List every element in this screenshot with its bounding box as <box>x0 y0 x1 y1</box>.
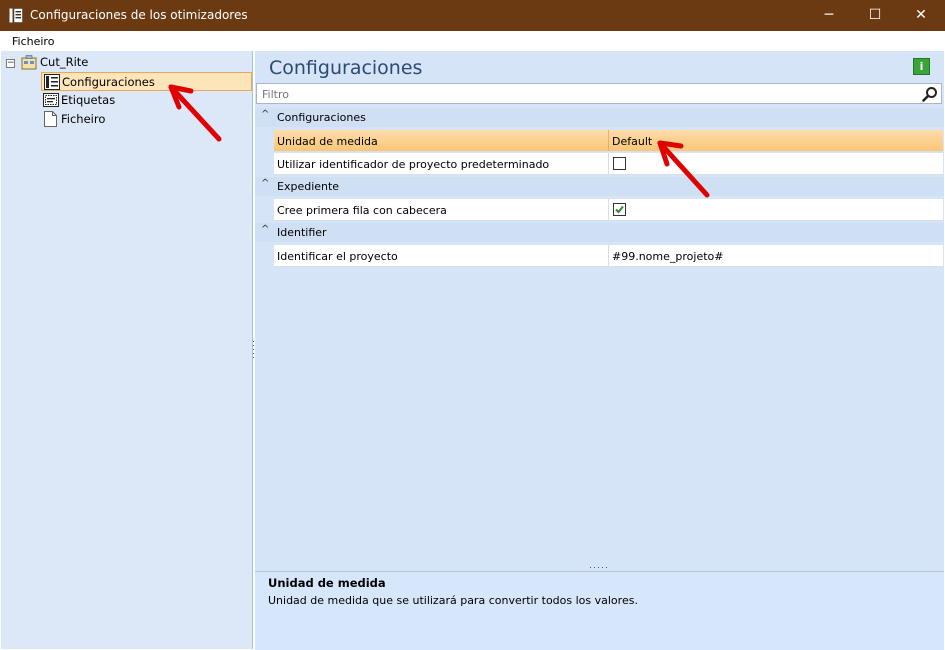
collapse-chevron-icon[interactable]: ^ <box>261 178 269 189</box>
checkmark-icon <box>615 205 624 214</box>
close-button[interactable]: ✕ <box>898 0 944 31</box>
info-icon[interactable]: i <box>913 58 930 75</box>
tree-item-label: Ficheiro <box>61 112 106 126</box>
category-configuraciones[interactable]: ^ Configuraciones <box>255 108 944 127</box>
search-icon[interactable] <box>922 86 938 102</box>
window-title: Configuraciones de los otimizadores <box>30 8 248 22</box>
filter-input[interactable] <box>260 85 914 104</box>
maximize-button[interactable]: ☐ <box>852 0 898 31</box>
property-name: Utilizar identificador de proyecto prede… <box>277 158 550 171</box>
property-checkbox[interactable] <box>613 157 626 170</box>
property-value[interactable]: #99.nome_projeto# <box>612 250 723 263</box>
minimize-button[interactable]: ─ <box>806 0 852 31</box>
property-row-unidad-de-medida[interactable]: Unidad de medida Default <box>274 130 943 152</box>
column-separator <box>608 199 609 220</box>
property-row-utilizar-identificador[interactable]: Utilizar identificador de proyecto prede… <box>274 153 943 175</box>
property-name: Unidad de medida <box>277 135 378 148</box>
tree-item-label: Etiquetas <box>61 93 116 107</box>
filter-box <box>256 83 942 104</box>
settings-grid-icon <box>44 74 60 90</box>
collapse-chevron-icon[interactable]: ^ <box>261 224 269 235</box>
title-bar: Configuraciones de los otimizadores ─ ☐ … <box>0 0 945 31</box>
app-icon <box>9 8 23 23</box>
column-separator <box>608 130 609 151</box>
category-label: Identifier <box>277 226 327 239</box>
column-separator <box>608 153 609 174</box>
description-text: Unidad de medida que se utilizará para c… <box>268 594 638 607</box>
tree-item-cut-rite[interactable]: − Cut_Rite <box>1 53 251 72</box>
document-icon <box>44 111 57 127</box>
property-row-cree-primera-fila[interactable]: Cree primera fila con cabecera <box>274 199 943 221</box>
category-label: Expediente <box>277 180 340 193</box>
tree-item-configuraciones[interactable]: Configuraciones <box>41 72 252 91</box>
property-name: Identificar el proyecto <box>277 250 398 263</box>
project-tree-icon <box>21 55 37 70</box>
menu-bar: Ficheiro <box>0 31 945 51</box>
property-value[interactable]: Default <box>612 135 652 148</box>
collapse-icon[interactable]: − <box>6 59 15 68</box>
category-identifier[interactable]: ^ Identifier <box>255 223 944 242</box>
label-icon <box>43 93 59 107</box>
property-checkbox[interactable] <box>613 203 626 216</box>
category-label: Configuraciones <box>277 111 366 124</box>
property-row-identificar-el-proyecto[interactable]: Identificar el proyecto #99.nome_projeto… <box>274 245 943 267</box>
property-name: Cree primera fila con cabecera <box>277 204 447 217</box>
navigation-tree: − Cut_Rite Configuraciones Etiquetas Fic… <box>1 51 253 649</box>
collapse-chevron-icon[interactable]: ^ <box>261 109 269 120</box>
category-expediente[interactable]: ^ Expediente <box>255 177 944 196</box>
tree-item-label: Cut_Rite <box>40 55 89 69</box>
tree-item-etiquetas[interactable]: Etiquetas <box>41 91 252 110</box>
description-panel: Unidad de medida Unidad de medida que se… <box>255 571 944 650</box>
column-separator <box>608 245 609 266</box>
tree-item-label: Configuraciones <box>62 75 155 89</box>
tree-item-ficheiro[interactable]: Ficheiro <box>41 110 252 129</box>
description-title: Unidad de medida <box>268 576 386 590</box>
menu-item-ficheiro[interactable]: Ficheiro <box>12 35 54 48</box>
panel-title: Configuraciones <box>269 57 423 79</box>
settings-panel: Configuraciones i ^ Configuraciones Unid… <box>255 51 944 650</box>
